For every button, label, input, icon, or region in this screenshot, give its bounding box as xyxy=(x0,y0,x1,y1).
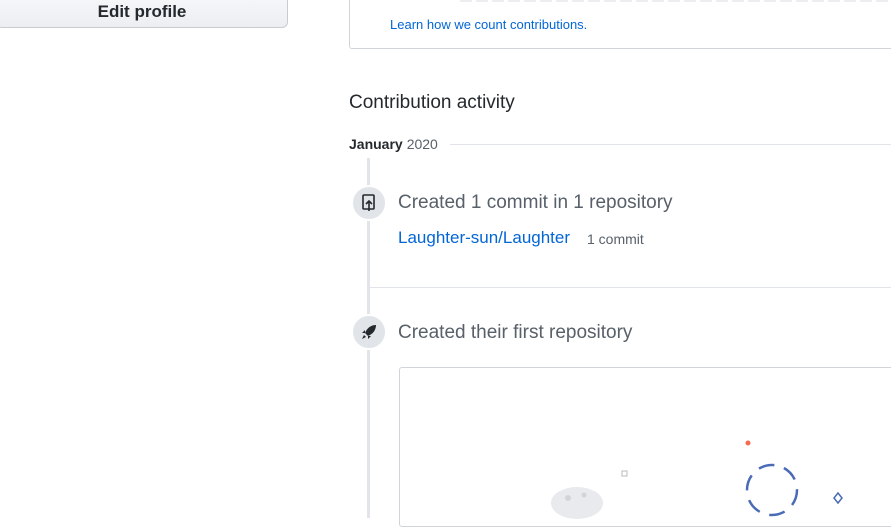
learn-contributions-link[interactable]: Learn how we count contributions. xyxy=(390,17,587,32)
commit-count-link[interactable]: 1 commit xyxy=(587,231,644,247)
diamond-shape xyxy=(833,491,843,505)
month-divider xyxy=(449,143,891,145)
first-repo-title: Created their first repository xyxy=(398,322,633,343)
red-dot xyxy=(745,440,751,446)
orbit-ring xyxy=(745,463,799,517)
contribution-activity-title: Contribution activity xyxy=(349,92,515,113)
planet-shape xyxy=(551,487,603,519)
crater xyxy=(581,492,587,498)
contribution-graph-box: Learn how we count contributions. xyxy=(349,0,891,49)
edit-profile-label: Edit profile xyxy=(97,2,187,21)
activity-divider xyxy=(370,287,891,288)
edit-profile-button[interactable]: Edit profile xyxy=(0,0,288,28)
month-label: January 2020 xyxy=(349,136,438,152)
repo-link[interactable]: Laughter-sun/Laughter xyxy=(398,228,570,248)
month-year: 2020 xyxy=(406,136,438,152)
month-name: January xyxy=(349,136,403,152)
rocket-icon xyxy=(351,314,387,350)
space-illustration xyxy=(551,440,843,519)
first-repo-card xyxy=(399,367,891,527)
commit-activity-title: Created 1 commit in 1 repository xyxy=(398,192,673,213)
crater xyxy=(565,495,571,501)
repo-push-icon xyxy=(351,185,387,221)
small-square xyxy=(621,470,628,477)
month-header: January 2020 xyxy=(349,134,891,154)
contribution-graph-cells xyxy=(460,0,891,2)
